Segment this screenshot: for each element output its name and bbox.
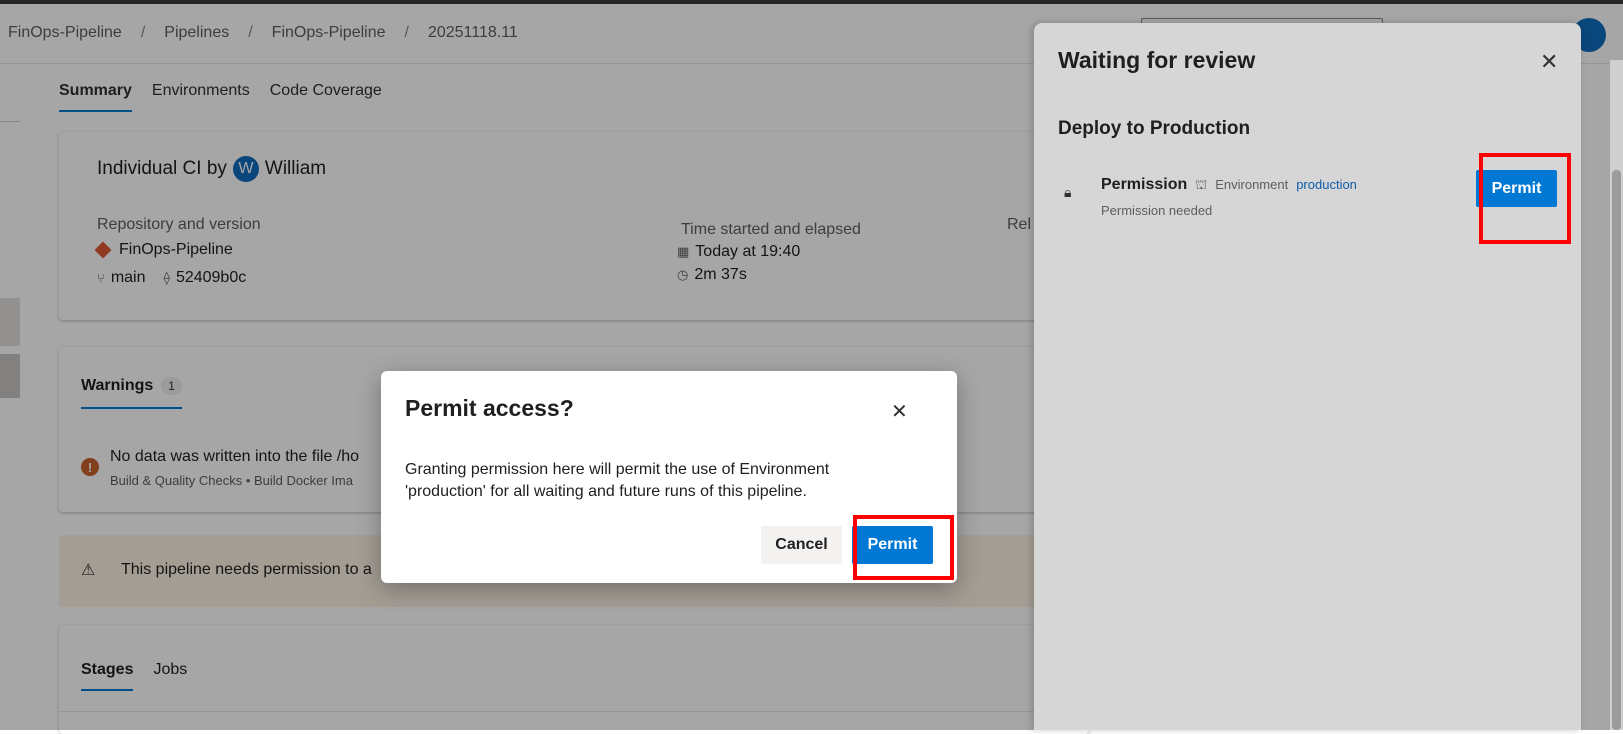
environment-label: Environment (1215, 177, 1289, 192)
permission-status: Permission needed (1101, 203, 1213, 218)
permission-title: Permission (1101, 176, 1188, 193)
review-panel: Waiting for review ✕ Deploy to Productio… (1034, 23, 1581, 730)
close-icon[interactable]: ✕ (1540, 49, 1558, 75)
environment-icon: ⛫ (1195, 177, 1208, 192)
dialog-body: Granting permission here will permit the… (405, 461, 830, 500)
dialog-permit-button[interactable]: Permit (852, 526, 933, 564)
lock-icon: 🔒︎ (1064, 184, 1072, 200)
cancel-button[interactable]: Cancel (761, 526, 842, 564)
panel-subtitle: Deploy to Production (1058, 118, 1251, 139)
dialog-title: Permit access? (405, 395, 574, 421)
scrollbar-thumb[interactable] (1612, 170, 1621, 730)
close-icon[interactable]: ✕ (891, 399, 908, 424)
environment-link[interactable]: production (1296, 177, 1357, 192)
panel-permit-button[interactable]: Permit (1476, 170, 1557, 207)
permission-heading: Permission ⛫ Environment production (1101, 176, 1357, 195)
panel-title: Waiting for review (1058, 47, 1256, 73)
permit-access-dialog: Permit access? ✕ Granting permission her… (381, 371, 957, 583)
